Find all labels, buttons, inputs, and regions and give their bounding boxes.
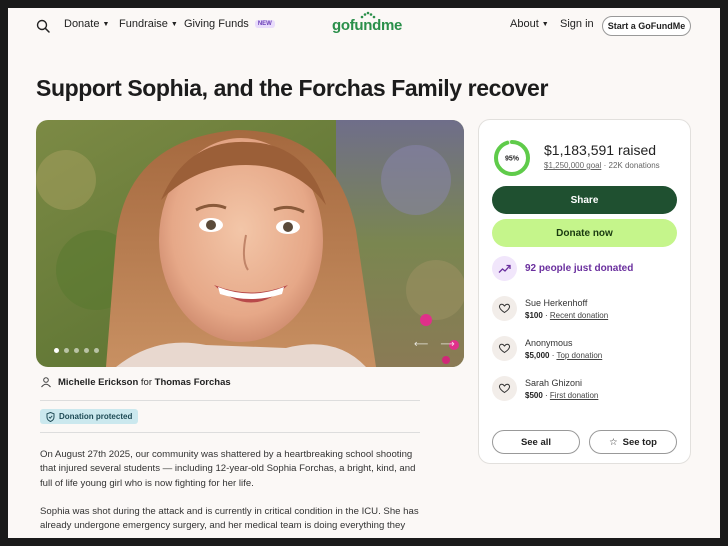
donor-amount: $500 [525, 390, 543, 400]
beneficiary-name[interactable]: Thomas Forchas [155, 377, 231, 388]
chevron-down-icon: ▼ [102, 20, 110, 28]
fundraiser-page: Donate ▼ Fundraise ▼ Giving Funds NEW go… [8, 8, 720, 538]
divider [40, 400, 420, 401]
donor-name: Sue Herkenhoff [525, 297, 588, 308]
gofundme-logo[interactable]: gofundme [332, 17, 402, 34]
nav-fundraise-label: Fundraise [119, 18, 168, 30]
donor-row: Anonymous $5,000 · Top donation [492, 336, 602, 361]
sign-in-link[interactable]: Sign in [560, 18, 594, 30]
chevron-down-icon: ▼ [170, 20, 178, 28]
progress-percent: 95% [505, 156, 520, 163]
see-top-label: See top [622, 436, 657, 448]
sign-in-label: Sign in [560, 18, 594, 30]
nav-giving-funds-label: Giving Funds [184, 18, 249, 30]
heart-hand-icon [492, 336, 517, 361]
divider [40, 432, 420, 433]
new-badge: NEW [254, 20, 275, 28]
carousel-dots[interactable] [54, 348, 99, 353]
carousel-dot[interactable] [64, 348, 69, 353]
organizer-line: Michelle Erickson for Thomas Forchas [40, 376, 231, 388]
donation-card: 95% $1,183,591 raised $1,250,000 goal · … [478, 119, 691, 464]
top-nav: Donate ▼ Fundraise ▼ Giving Funds NEW go… [8, 8, 720, 44]
donation-count: 22K donations [608, 161, 660, 170]
search-icon[interactable] [36, 19, 50, 33]
trending-up-icon [492, 256, 517, 281]
shield-icon [46, 411, 55, 422]
donor-row: Sue Herkenhoff $100 · Recent donation [492, 296, 608, 321]
donor-amount: $5,000 [525, 350, 550, 360]
donor-tag-link[interactable]: Recent donation [550, 311, 608, 320]
story-paragraph: Sophia was shot during the attack and is… [40, 505, 419, 532]
donor-row: Sarah Ghizoni $500 · First donation [492, 376, 598, 401]
amount-raised: $1,183,591 raised [544, 142, 657, 158]
goal-amount[interactable]: $1,250,000 goal [544, 161, 601, 170]
carousel-dot[interactable] [94, 348, 99, 353]
progress-ring: 95% [494, 140, 530, 176]
campaign-photo[interactable] [36, 120, 464, 367]
just-donated-row: 92 people just donated [492, 256, 633, 281]
nav-fundraise[interactable]: Fundraise ▼ [119, 18, 178, 30]
story-text: On August 27th 2025, our community was s… [40, 448, 425, 538]
donor-name: Sarah Ghizoni [525, 377, 583, 388]
star-icon: ☆ [609, 436, 618, 448]
donation-protected-label: Donation protected [59, 412, 133, 421]
donate-now-button[interactable]: Donate now [492, 219, 677, 247]
see-top-button[interactable]: ☆ See top [589, 430, 677, 454]
nav-donate-label: Donate [64, 18, 100, 30]
chevron-down-icon: ▼ [541, 20, 549, 28]
donor-tag-link[interactable]: First donation [550, 391, 598, 400]
nav-donate[interactable]: Donate ▼ [64, 18, 109, 30]
nav-giving-funds[interactable]: Giving Funds NEW [184, 18, 275, 30]
start-gofundme-button[interactable]: Start a GoFundMe [602, 16, 691, 36]
just-donated-label: 92 people just donated [525, 263, 634, 274]
nav-about-label: About [510, 18, 539, 30]
donor-amount: $100 [525, 310, 543, 320]
donor-name: Anonymous [525, 337, 573, 348]
goal-line: $1,250,000 goal · 22K donations [544, 161, 660, 170]
for-label: for [140, 376, 152, 388]
share-button[interactable]: Share [492, 186, 677, 214]
arrow-left-icon[interactable]: ⟵ [414, 339, 428, 350]
carousel-dot[interactable] [84, 348, 89, 353]
nav-about[interactable]: About ▼ [510, 18, 549, 30]
organizer-name[interactable]: Michelle Erickson [58, 377, 138, 388]
heart-hand-icon [492, 296, 517, 321]
person-icon [41, 377, 51, 388]
donor-tag-link[interactable]: Top donation [556, 351, 602, 360]
heart-hand-icon [492, 376, 517, 401]
donation-protected-badge[interactable]: Donation protected [40, 409, 139, 424]
carousel-dot[interactable] [74, 348, 79, 353]
carousel-arrows: ⟵ ⟶ [414, 339, 455, 350]
arrow-right-icon[interactable]: ⟶ [440, 339, 454, 350]
carousel-dot[interactable] [54, 348, 59, 353]
see-all-button[interactable]: See all [492, 430, 580, 454]
page-title: Support Sophia, and the Forchas Family r… [36, 75, 548, 101]
story-paragraph: On August 27th 2025, our community was s… [40, 449, 416, 489]
